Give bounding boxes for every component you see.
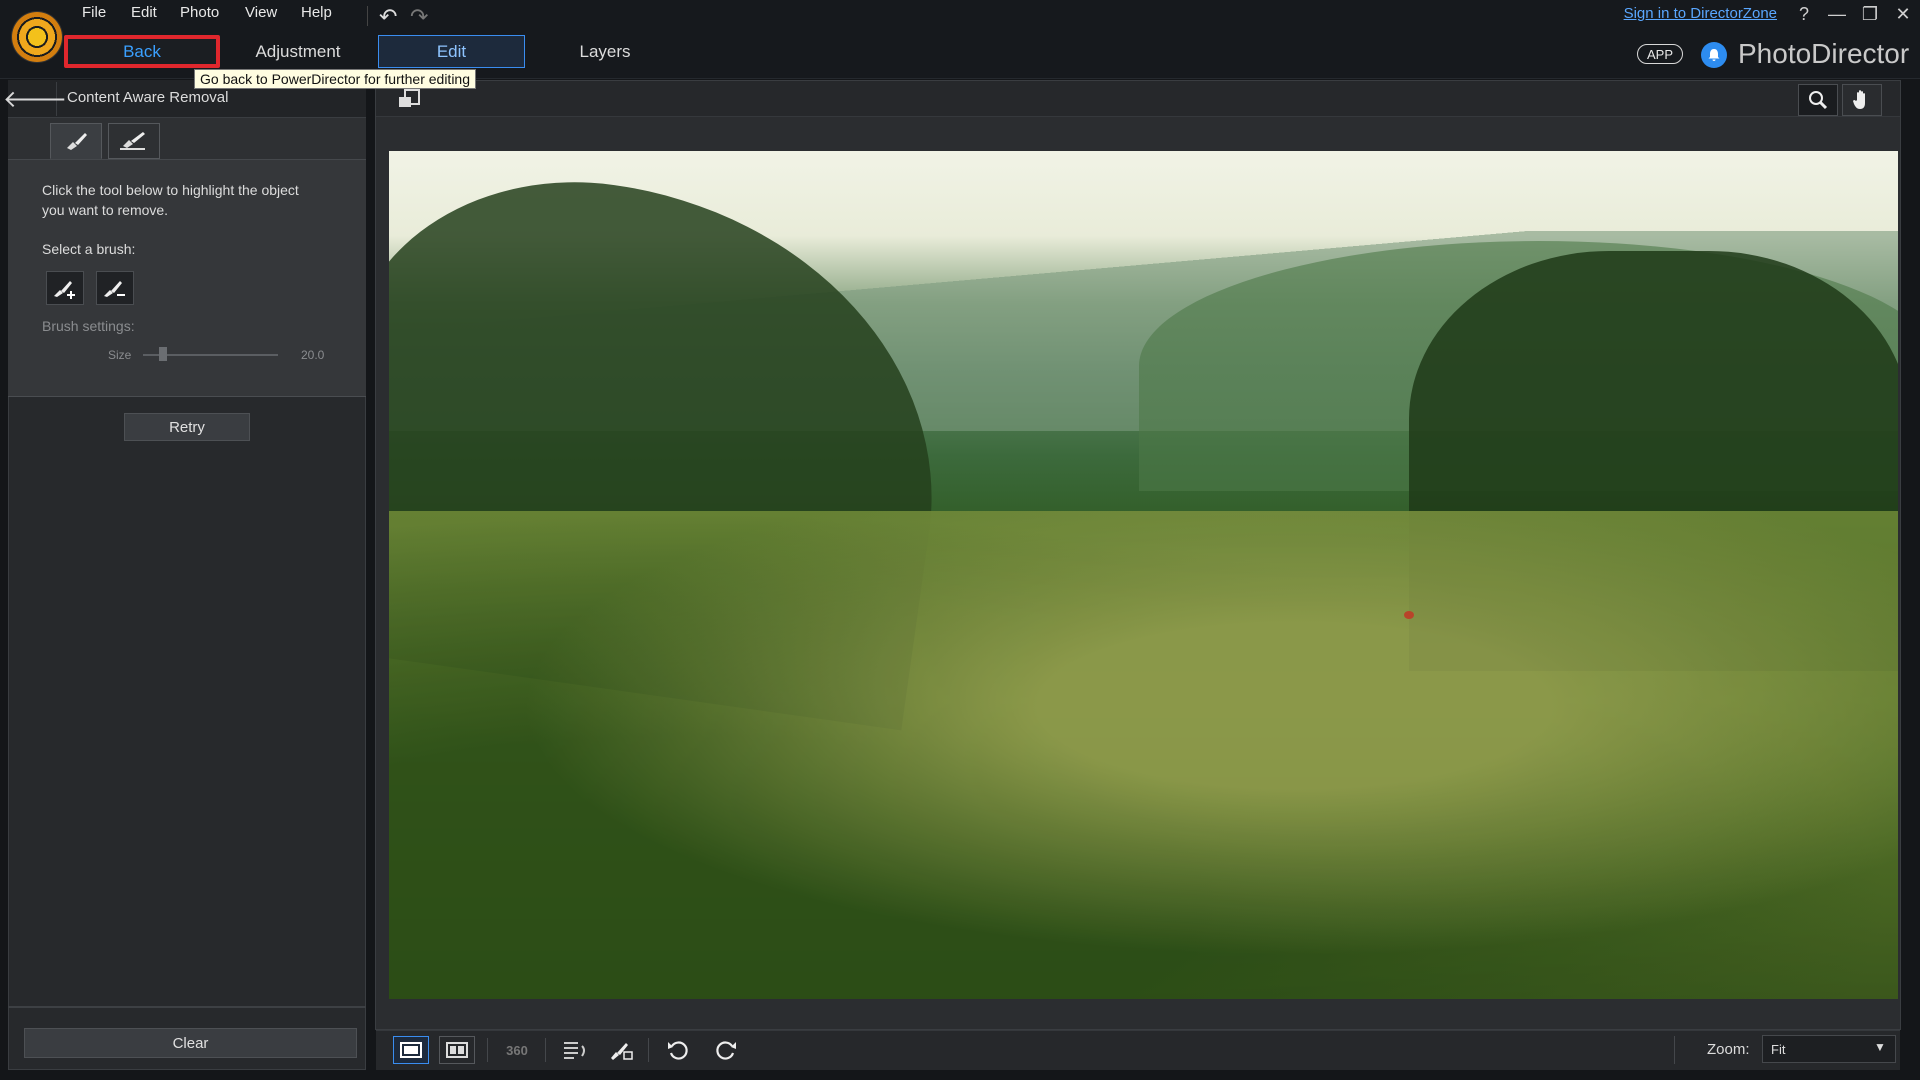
tab-edit[interactable]: Edit <box>378 35 525 68</box>
window-bottom-edge <box>0 1072 1920 1080</box>
single-view-button[interactable] <box>393 1036 429 1064</box>
brush-subtract-button[interactable] <box>96 271 134 305</box>
menu-help[interactable]: Help <box>301 4 332 21</box>
rotate-left-icon <box>668 1041 688 1060</box>
menu-divider <box>367 6 368 26</box>
help-button[interactable]: ? <box>1792 4 1816 25</box>
size-value: 20.0 <box>301 348 325 362</box>
size-slider-thumb[interactable] <box>159 347 168 361</box>
undo-icon[interactable]: ↶ <box>379 4 397 30</box>
brush-tool-button[interactable] <box>604 1036 638 1064</box>
minimize-button[interactable]: — <box>1825 4 1849 25</box>
panel-divider <box>8 1006 366 1008</box>
pan-tool-button[interactable] <box>1842 84 1882 116</box>
app-logo <box>12 12 62 62</box>
close-button[interactable]: ✕ <box>1891 4 1915 25</box>
back-arrow-icon[interactable]: 🡐 <box>3 82 67 116</box>
view-360-button[interactable]: 360 <box>500 1036 534 1064</box>
instructions-text: Click the tool below to highlight the ob… <box>42 182 299 218</box>
rotate-right-icon <box>716 1041 736 1060</box>
brush-settings-label: Brush settings: <box>42 318 135 334</box>
restore-button[interactable]: ❐ <box>1858 4 1882 25</box>
app-badge[interactable]: APP <box>1637 44 1683 64</box>
rotate-left-button[interactable] <box>661 1036 695 1064</box>
panel-title: Content Aware Removal <box>67 89 229 106</box>
compare-icon[interactable] <box>397 87 425 111</box>
brush-add-button[interactable] <box>46 271 84 305</box>
brush-add-icon <box>54 281 75 299</box>
tab-layers[interactable]: Layers <box>525 35 685 68</box>
canvas-toolbar <box>376 81 1900 117</box>
single-view-icon <box>400 1042 422 1058</box>
brush-icon <box>67 133 87 150</box>
magnifier-icon <box>1809 91 1828 110</box>
split-view-button[interactable] <box>439 1036 475 1064</box>
redo-icon[interactable]: ↷ <box>410 4 428 30</box>
size-label: Size <box>108 348 132 362</box>
brush-subtract-icon <box>104 281 125 297</box>
retry-button[interactable]: Retry <box>124 413 250 441</box>
menu-file[interactable]: File <box>82 4 106 21</box>
split-view-icon <box>446 1042 468 1058</box>
toolbar-divider <box>648 1038 649 1062</box>
zoom-label: Zoom: <box>1707 1041 1750 1058</box>
zoom-tool-button[interactable] <box>1798 84 1838 116</box>
tab-adjustment[interactable]: Adjustment <box>218 35 378 68</box>
brush-mode-tab[interactable] <box>50 123 102 159</box>
menu-photo[interactable]: Photo <box>180 4 219 21</box>
chevron-down-icon[interactable]: ▼ <box>1874 1040 1886 1054</box>
smart-brush-icon <box>120 132 145 150</box>
rotate-right-button[interactable] <box>709 1036 743 1064</box>
clear-button[interactable]: Clear <box>24 1028 357 1058</box>
batch-icon <box>564 1042 585 1059</box>
brush-eraser-icon <box>611 1043 633 1060</box>
app-name: PhotoDirector <box>1738 38 1910 69</box>
batch-adjust-button[interactable] <box>558 1036 592 1064</box>
menu-edit[interactable]: Edit <box>131 4 157 21</box>
menu-view[interactable]: View <box>245 4 277 21</box>
bell-icon[interactable] <box>1701 42 1727 68</box>
tooltip: Go back to PowerDirector for further edi… <box>194 69 477 89</box>
sign-in-link[interactable]: Sign in to DirectorZone <box>1624 5 1777 22</box>
hand-icon <box>1853 90 1865 109</box>
toolbar-divider <box>545 1038 546 1062</box>
select-brush-label: Select a brush: <box>42 241 136 257</box>
toolbar-divider <box>487 1038 488 1062</box>
brush-erase-mode-tab[interactable] <box>108 123 160 159</box>
tab-back[interactable]: Back <box>64 35 220 68</box>
toolbar-divider <box>1674 1036 1675 1064</box>
photo-canvas[interactable] <box>389 151 1898 999</box>
